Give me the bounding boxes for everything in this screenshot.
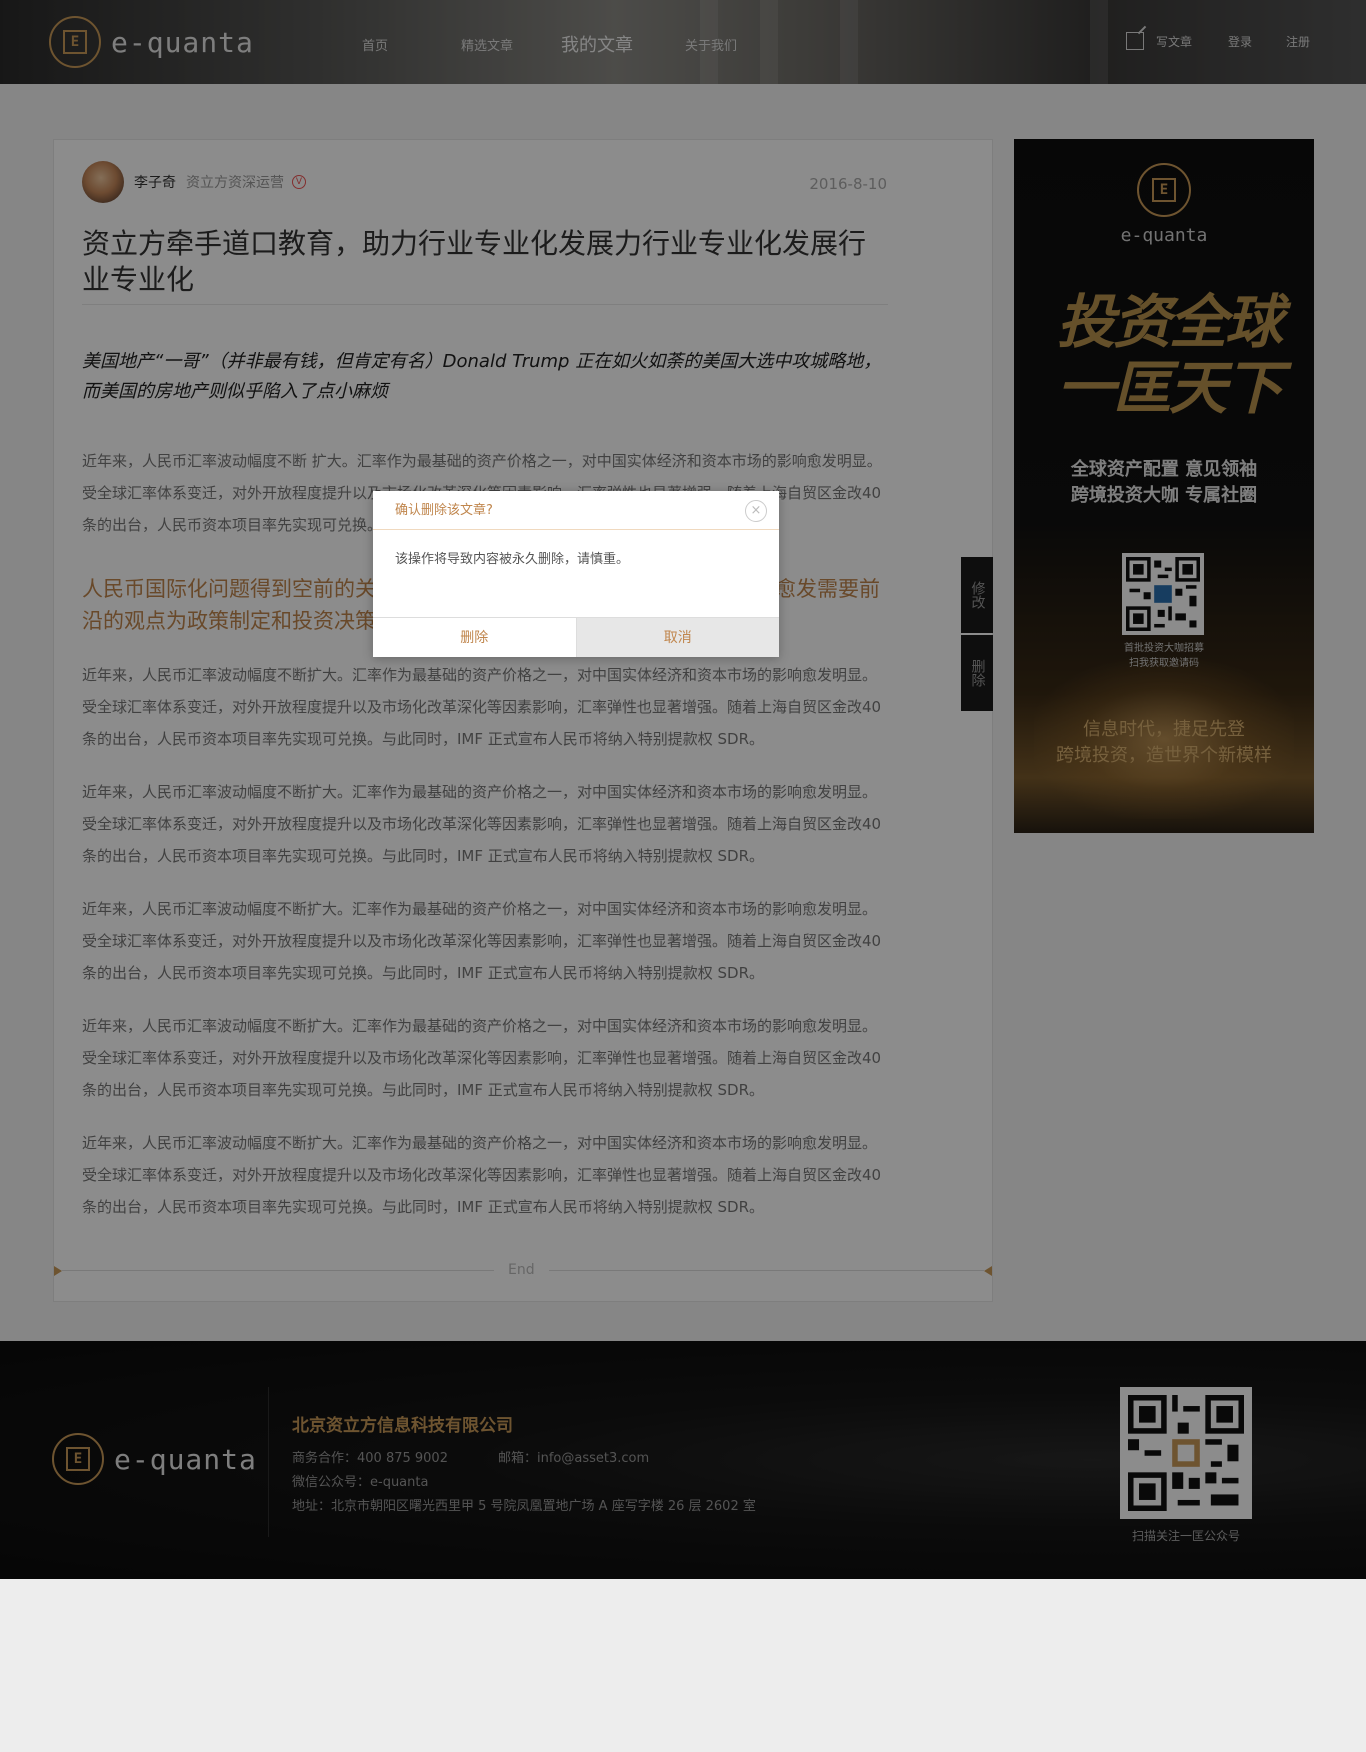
dialog-title: 确认删除该文章?: [395, 503, 493, 518]
dialog-header: 确认删除该文章? ×: [373, 491, 779, 530]
page-bottom-area: [0, 1579, 1366, 1752]
delete-confirm-dialog: 确认删除该文章? × 该操作将导致内容被永久删除，请慎重。 删除 取消: [373, 491, 779, 657]
confirm-delete-button[interactable]: 删除: [373, 618, 576, 657]
dialog-message: 该操作将导致内容被永久删除，请慎重。: [395, 552, 630, 567]
modal-backdrop[interactable]: [0, 0, 1366, 1579]
cancel-button[interactable]: 取消: [575, 618, 779, 657]
dialog-actions: 删除 取消: [373, 617, 779, 657]
close-icon[interactable]: ×: [745, 500, 767, 522]
